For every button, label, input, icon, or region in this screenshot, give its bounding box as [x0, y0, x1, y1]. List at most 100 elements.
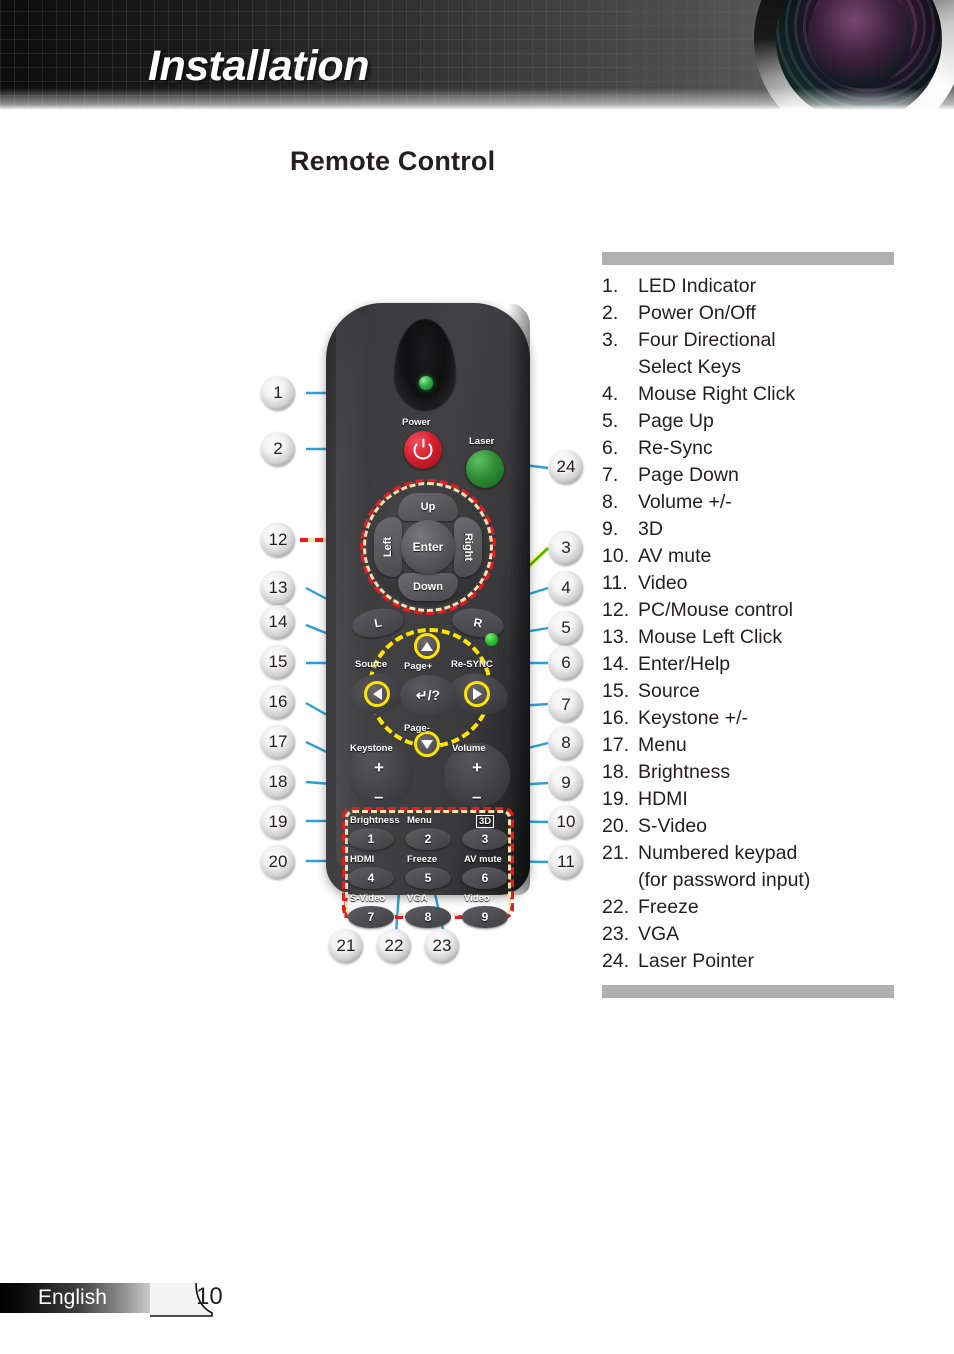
legend-item: 21. Numbered keypad	[602, 840, 894, 867]
dpad-left-label: Left	[381, 536, 394, 558]
dpad-enter-key[interactable]: Enter	[401, 520, 455, 574]
dpad-left-key[interactable]: Left	[374, 517, 402, 577]
legend-item-number: 20.	[602, 815, 630, 837]
callout-bubble: 21	[329, 929, 363, 963]
legend-item: 2. Power On/Off	[602, 300, 894, 327]
keypad-key-digit: 1	[367, 832, 375, 846]
enter-help-label: ↵/?	[415, 686, 441, 703]
callout-bubble: 4	[549, 571, 583, 605]
legend-item-number: 24.	[602, 950, 630, 972]
legend-item-number: 22.	[602, 896, 630, 918]
legend-item: 1. LED Indicator	[602, 273, 894, 300]
keypad-key-label: Freeze	[407, 854, 438, 865]
keypad-key-1[interactable]: 1	[348, 828, 394, 850]
legend-item-number: 13.	[602, 626, 630, 648]
keypad-key-digit: 7	[367, 910, 375, 924]
legend-item: 8. Volume +/-	[602, 489, 894, 516]
keypad-key-5[interactable]: 5	[405, 867, 451, 889]
resync-button[interactable]	[464, 681, 490, 707]
legend-item-label: Page Up	[638, 410, 714, 432]
legend-item-label: Volume +/-	[638, 491, 732, 513]
legend-item: 11. Video	[602, 570, 894, 597]
page-title: Remote Control	[290, 146, 496, 176]
laser-button[interactable]	[466, 450, 504, 488]
keypad-key-label: HDMI	[350, 854, 375, 865]
legend-item-number: 6.	[602, 437, 619, 459]
triangle-up-icon	[421, 641, 433, 651]
dpad-down-key[interactable]: Down	[398, 573, 458, 601]
legend-item: 3. Four Directional	[602, 327, 894, 354]
keypad-key-2[interactable]: 2	[405, 828, 451, 850]
legend-item: 18. Brightness	[602, 759, 894, 786]
led-indicator-icon	[419, 376, 433, 390]
keypad-key-3[interactable]: 3	[462, 828, 508, 850]
legend-item-number: 1.	[602, 275, 619, 297]
legend-item: 10. AV mute	[602, 543, 894, 570]
legend-item-label: Source	[638, 680, 700, 702]
footer-page-number: 10	[196, 1283, 223, 1310]
page-down-label: Page-	[404, 723, 430, 734]
dpad-down-label: Down	[413, 581, 443, 593]
legend-item: 24. Laser Pointer	[602, 948, 894, 975]
numbered-keypad[interactable]: Brightness 1 Menu 2 3D 3 HDMI 4 Freeze 5 AV mute 6 S…	[348, 811, 508, 928]
legend-item-number: 21.	[602, 842, 630, 864]
keypad-key-7[interactable]: 7	[348, 906, 394, 928]
legend-item-number: 10.	[602, 545, 630, 567]
header-title: Installation	[148, 42, 369, 90]
legend-item-number: 4.	[602, 383, 619, 405]
header-fade	[0, 88, 954, 110]
page-down-button[interactable]	[414, 731, 440, 757]
callout-bubble: 15	[261, 645, 295, 679]
callout-bubble: 8	[549, 726, 583, 760]
callout-bubble: 3	[549, 531, 583, 565]
legend-item: 16. Keystone +/-	[602, 705, 894, 732]
legend-item: 17. Menu	[602, 732, 894, 759]
legend-item-label: Mouse Left Click	[638, 626, 783, 648]
callout-bubble: 7	[549, 688, 583, 722]
four-directional-select-keys[interactable]: Up Left Right Down Enter	[360, 479, 496, 615]
callout-bubble: 13	[261, 571, 295, 605]
dpad-up-label: Up	[420, 501, 436, 513]
legend-item-number: 11.	[602, 572, 628, 594]
keypad-key-9[interactable]: 9	[462, 906, 508, 928]
legend-item: 19. HDMI	[602, 786, 894, 813]
keypad-key-8[interactable]: 8	[405, 906, 451, 928]
dpad-up-key[interactable]: Up	[398, 493, 458, 521]
callout-bubble: 9	[549, 766, 583, 800]
mouse-left-label: L	[373, 615, 383, 631]
legend-item-number: 8.	[602, 491, 619, 513]
legend-item: 22. Freeze	[602, 894, 894, 921]
keypad-key-6[interactable]: 6	[462, 867, 508, 889]
legend-item-label: Re-Sync	[638, 437, 713, 459]
power-button[interactable]	[404, 431, 442, 469]
legend-item-label: Menu	[638, 734, 687, 756]
triangle-left-icon	[372, 688, 382, 700]
legend-item: 6. Re-Sync	[602, 435, 894, 462]
page-up-button[interactable]	[414, 633, 440, 659]
resync-label: Re-SYNC	[451, 659, 493, 670]
keypad-key-label: Brightness	[350, 815, 400, 826]
legend-item-label: Four Directional	[638, 329, 776, 351]
source-button[interactable]	[364, 681, 390, 707]
legend-item-number: 5.	[602, 410, 619, 432]
dpad-right-key[interactable]: Right	[454, 517, 482, 577]
keypad-key-4[interactable]: 4	[348, 867, 394, 889]
legend-item-label: AV mute	[638, 545, 712, 567]
callout-bubble: 6	[549, 646, 583, 680]
legend-item-label: Numbered keypad	[638, 842, 798, 864]
legend-item: 4. Mouse Right Click	[602, 381, 894, 408]
callout-bubble: 5	[549, 611, 583, 645]
keypad-key-digit: 6	[481, 871, 489, 885]
legend-item-number: 23.	[602, 923, 630, 945]
volume-minus-label: –	[472, 787, 482, 806]
keypad-key-digit: 2	[424, 832, 432, 846]
power-label: Power	[402, 417, 431, 428]
callout-bubble: 11	[549, 845, 583, 879]
enter-help-button[interactable]: ↵/?	[400, 675, 456, 715]
volume-plus-label: +	[472, 758, 482, 777]
legend-panel: 1. LED Indicator 2. Power On/Off 3. Four Dire…	[602, 252, 894, 998]
legend-item-number: 9.	[602, 518, 619, 540]
callout-bubble: 10	[549, 805, 583, 839]
legend-item-label: Freeze	[638, 896, 699, 918]
keypad-key-label: Video	[464, 893, 490, 904]
